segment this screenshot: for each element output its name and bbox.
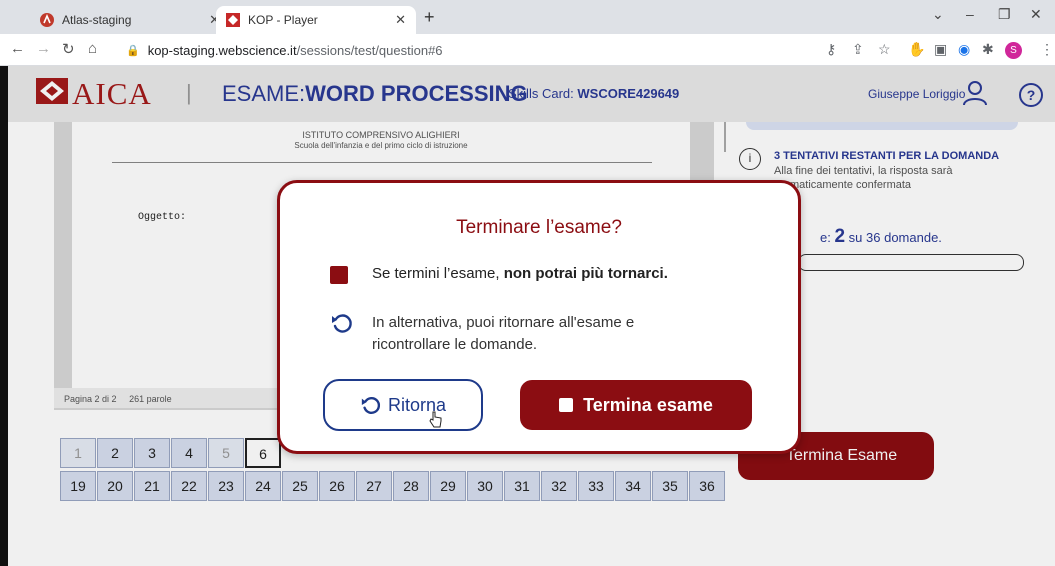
lock-icon: 🔒: [126, 44, 140, 57]
puzzle-icon[interactable]: ✱: [982, 41, 994, 58]
extension-hand-icon[interactable]: ✋: [908, 41, 925, 58]
dialog-title: Terminare l’esame?: [456, 217, 622, 238]
atlas-favicon-icon: [40, 13, 54, 27]
back-icon[interactable]: ←: [10, 40, 25, 57]
browser-tab-kop-player[interactable]: KOP - Player ✕: [216, 6, 416, 34]
undo-arrow-icon: [332, 314, 352, 333]
restore-icon[interactable]: ❐: [998, 6, 1011, 23]
terminate-exam-button[interactable]: Termina esame: [520, 380, 752, 430]
home-icon[interactable]: ⌂: [88, 40, 97, 57]
warning-prefix: Se termini l’esame,: [372, 265, 500, 282]
forward-icon[interactable]: →: [36, 40, 51, 57]
alternative-text: In alternativa, puoi ritornare all'esame…: [372, 312, 732, 356]
close-icon[interactable]: ✕: [395, 12, 406, 28]
share-icon[interactable]: ⇪: [852, 41, 864, 58]
return-button[interactable]: Ritorna: [323, 379, 483, 431]
chevron-down-icon[interactable]: ⌄: [932, 6, 944, 23]
new-tab-icon[interactable]: +: [424, 7, 435, 28]
minimize-icon[interactable]: –: [966, 6, 974, 22]
browser-toolbar: ← → ↻ ⌂ 🔒 kop-staging.webscience.it/sess…: [0, 34, 1055, 66]
tab-title: KOP - Player: [248, 13, 318, 27]
profile-avatar[interactable]: S: [1005, 42, 1022, 59]
aica-favicon-icon: [226, 13, 240, 27]
url-host: kop-staging.webscience.it: [147, 42, 297, 58]
warning-text: Se termini l’esame, non potrai più torna…: [372, 265, 668, 282]
star-icon[interactable]: ☆: [878, 41, 891, 58]
window-close-icon[interactable]: ✕: [1030, 6, 1042, 23]
browser-tab-atlas[interactable]: Atlas-staging ✕: [30, 6, 230, 34]
address-bar[interactable]: 🔒 kop-staging.webscience.it/sessions/tes…: [126, 38, 806, 62]
warning-bold: non potrai più tornarci.: [503, 265, 668, 282]
reload-icon[interactable]: ↻: [62, 40, 75, 58]
browser-tab-strip: Atlas-staging ✕ KOP - Player ✕ + ⌄ – ❐ ✕: [0, 0, 1055, 34]
hand-cursor-icon: [429, 411, 442, 428]
alternative-line-2: ricontrollare le domande.: [372, 336, 538, 353]
url-path: /sessions/test/question#6: [296, 42, 443, 58]
stop-square-icon: [559, 398, 574, 412]
confirm-exit-dialog: Terminare l’esame? Se termini l’esame, n…: [277, 180, 801, 454]
terminate-button-label: Termina esame: [583, 394, 713, 415]
extension-globe-icon[interactable]: ◉: [958, 41, 970, 58]
menu-icon[interactable]: ⋮: [1040, 41, 1054, 58]
alternative-line-1: In alternativa, puoi ritornare all'esame…: [372, 314, 635, 331]
stop-square-icon: [330, 266, 348, 284]
tab-title: Atlas-staging: [62, 13, 132, 27]
key-icon[interactable]: ⚷: [826, 41, 836, 58]
extension-square-icon[interactable]: ▣: [934, 41, 947, 58]
undo-arrow-icon: [361, 396, 380, 414]
